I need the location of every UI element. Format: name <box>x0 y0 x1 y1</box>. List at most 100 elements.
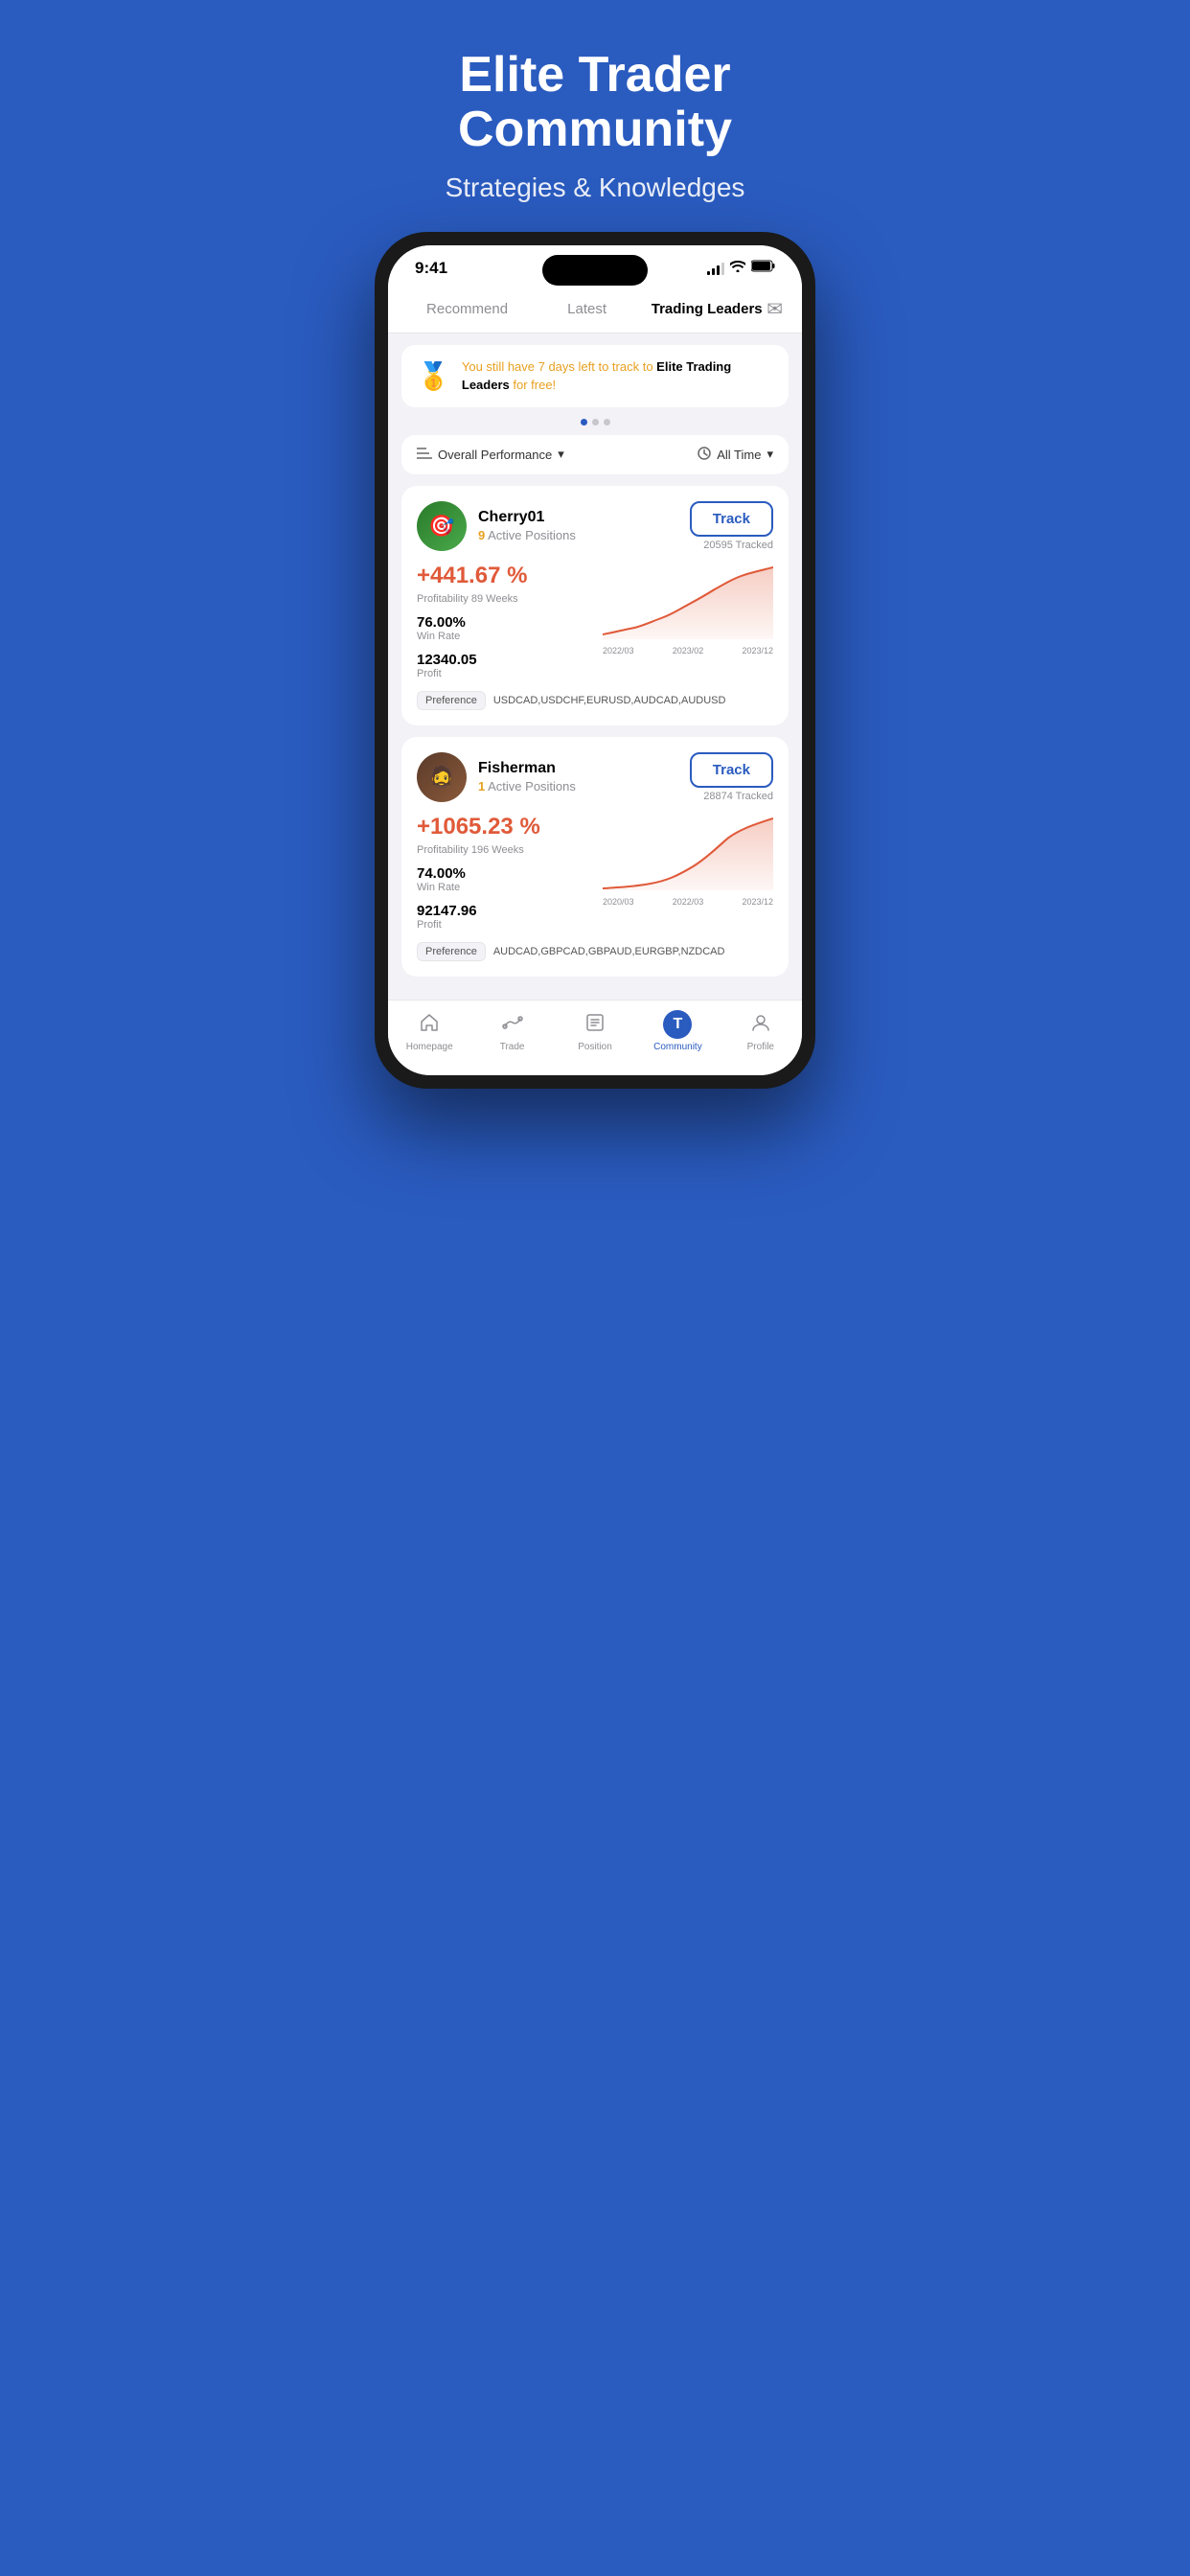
chart-area-fisherman: 2020/03 2022/03 2023/12 <box>603 814 773 909</box>
trader-details-cherry01: Cherry01 9 Active Positions <box>478 509 576 542</box>
phone-screen: 9:41 Recommend Latest Tra <box>388 245 802 1074</box>
trader-stats-cherry01: +441.67 % Profitability 89 Weeks 76.00% … <box>417 563 773 679</box>
weeks-cherry01: 89 Weeks <box>471 593 518 605</box>
return-fisherman: +1065.23 % <box>417 814 587 840</box>
phone-mockup: 9:41 Recommend Latest Tra <box>375 232 815 1088</box>
nav-profile[interactable]: Profile <box>720 1012 802 1052</box>
tracked-count-cherry01: 20595 Tracked <box>703 540 773 551</box>
nav-tabs: Recommend Latest Trading Leaders ✉ <box>388 286 802 334</box>
tab-recommend[interactable]: Recommend <box>407 301 527 317</box>
hero-subtitle: Strategies & Knowledges <box>446 172 745 203</box>
profit-label-fisherman: Profit <box>417 919 587 931</box>
preference-tag-cherry01: Preference <box>417 691 486 710</box>
dot-indicator <box>401 419 789 426</box>
clock-icon <box>698 447 711 463</box>
weeks-fisherman: 196 Weeks <box>471 844 524 856</box>
track-button-cherry01[interactable]: Track <box>690 501 773 537</box>
profile-label: Profile <box>747 1042 774 1052</box>
trader-details-fisherman: Fisherman 1 Active Positions <box>478 760 576 794</box>
profit-block-fisherman: 92147.96 Profit <box>417 903 587 931</box>
profit-block-cherry01: 12340.05 Profit <box>417 652 587 679</box>
trader-stats-fisherman: +1065.23 % Profitability 196 Weeks 74.00… <box>417 814 773 931</box>
track-btn-wrapper-cherry01: Track 20595 Tracked <box>690 501 773 551</box>
performance-label: Overall Performance <box>438 448 552 462</box>
status-icons <box>707 260 775 277</box>
profitability-label-fisherman: Profitability 196 Weeks <box>417 844 587 856</box>
time-filter[interactable]: All Time ▾ <box>698 447 773 463</box>
preference-values-fisherman: AUDCAD,GBPCAD,GBPAUD,EURGBP,NZDCAD <box>493 946 725 957</box>
time-label: All Time <box>717 448 761 462</box>
banner-text: You still have 7 days left to track to E… <box>462 358 773 393</box>
trader-card-fisherman: 🧔 Fisherman 1 Active Positions Track 288… <box>401 737 789 977</box>
profile-icon <box>750 1012 771 1039</box>
tracked-count-fisherman: 28874 Tracked <box>703 791 773 802</box>
stats-left-fisherman: +1065.23 % Profitability 196 Weeks 74.00… <box>417 814 587 931</box>
time-chevron-icon: ▾ <box>767 447 773 462</box>
wifi-icon <box>730 260 745 277</box>
mail-icon[interactable]: ✉ <box>767 297 783 321</box>
profit-value-cherry01: 12340.05 <box>417 652 587 668</box>
dot-1 <box>581 419 587 426</box>
trader-positions-cherry01: 9 Active Positions <box>478 528 576 542</box>
dot-3 <box>604 419 610 426</box>
trader-info-fisherman: 🧔 Fisherman 1 Active Positions <box>417 752 576 802</box>
filter-sort-icon <box>417 447 432 463</box>
chart-date-3-fisherman: 2023/12 <box>742 897 773 907</box>
profitability-label-cherry01: Profitability 89 Weeks <box>417 593 587 605</box>
profit-label-cherry01: Profit <box>417 668 587 679</box>
tab-trading-leaders[interactable]: Trading Leaders <box>647 301 767 317</box>
avatar-cherry01: 🎯 <box>417 501 467 551</box>
trade-icon <box>502 1012 523 1039</box>
chart-date-2-cherry01: 2023/02 <box>673 646 704 656</box>
trade-label: Trade <box>500 1042 525 1052</box>
positions-count-fisherman: 1 <box>478 779 485 794</box>
nav-trade[interactable]: Trade <box>470 1012 553 1052</box>
position-icon <box>584 1012 606 1039</box>
winrate-block-cherry01: 76.00% Win Rate <box>417 614 587 642</box>
return-cherry01: +441.67 % <box>417 563 587 589</box>
content-area: 🥇 You still have 7 days left to track to… <box>388 334 802 999</box>
homepage-label: Homepage <box>406 1042 453 1052</box>
nav-position[interactable]: Position <box>554 1012 636 1052</box>
nav-homepage[interactable]: Homepage <box>388 1012 470 1052</box>
banner-highlight: You still have 7 days left to track to <box>462 359 656 374</box>
bottom-nav: Homepage Trade Position T Community <box>388 1000 802 1075</box>
nav-community[interactable]: T Community <box>636 1010 719 1052</box>
chart-area-cherry01: 2022/03 2023/02 2023/12 <box>603 563 773 658</box>
winrate-label-cherry01: Win Rate <box>417 631 587 642</box>
trader-header-cherry01: 🎯 Cherry01 9 Active Positions Track 2059… <box>417 501 773 551</box>
track-button-fisherman[interactable]: Track <box>690 752 773 788</box>
trader-info-cherry01: 🎯 Cherry01 9 Active Positions <box>417 501 576 551</box>
preference-row-cherry01: Preference USDCAD,USDCHF,EURUSD,AUDCAD,A… <box>417 691 773 710</box>
hero-title: Elite TraderCommunity <box>446 48 745 157</box>
avatar-fisherman: 🧔 <box>417 752 467 802</box>
winrate-value-cherry01: 76.00% <box>417 614 587 631</box>
filter-row: Overall Performance ▾ All Time ▾ <box>401 435 789 474</box>
trader-card-cherry01: 🎯 Cherry01 9 Active Positions Track 2059… <box>401 486 789 725</box>
battery-icon <box>751 260 775 277</box>
status-bar: 9:41 <box>388 245 802 286</box>
status-time: 9:41 <box>415 259 447 278</box>
dot-2 <box>592 419 599 426</box>
winrate-value-fisherman: 74.00% <box>417 865 587 882</box>
chart-labels-cherry01: 2022/03 2023/02 2023/12 <box>603 646 773 656</box>
banner-suffix: for free! <box>513 378 556 392</box>
track-btn-wrapper-fisherman: Track 28874 Tracked <box>690 752 773 802</box>
profit-value-fisherman: 92147.96 <box>417 903 587 919</box>
trophy-icon: 🥇 <box>417 360 450 392</box>
chart-date-2-fisherman: 2022/03 <box>673 897 704 907</box>
chart-date-1-fisherman: 2020/03 <box>603 897 634 907</box>
dynamic-island <box>542 255 648 286</box>
trader-positions-fisherman: 1 Active Positions <box>478 779 576 794</box>
preference-tag-fisherman: Preference <box>417 942 486 961</box>
performance-filter[interactable]: Overall Performance ▾ <box>417 447 564 463</box>
trader-name-cherry01: Cherry01 <box>478 509 576 526</box>
banner-card: 🥇 You still have 7 days left to track to… <box>401 345 789 406</box>
winrate-block-fisherman: 74.00% Win Rate <box>417 865 587 893</box>
chevron-down-icon: ▾ <box>558 447 564 462</box>
tab-latest[interactable]: Latest <box>527 301 647 317</box>
trader-header-fisherman: 🧔 Fisherman 1 Active Positions Track 288… <box>417 752 773 802</box>
preference-row-fisherman: Preference AUDCAD,GBPCAD,GBPAUD,EURGBP,N… <box>417 942 773 961</box>
positions-count-cherry01: 9 <box>478 528 485 542</box>
position-label: Position <box>578 1042 612 1052</box>
